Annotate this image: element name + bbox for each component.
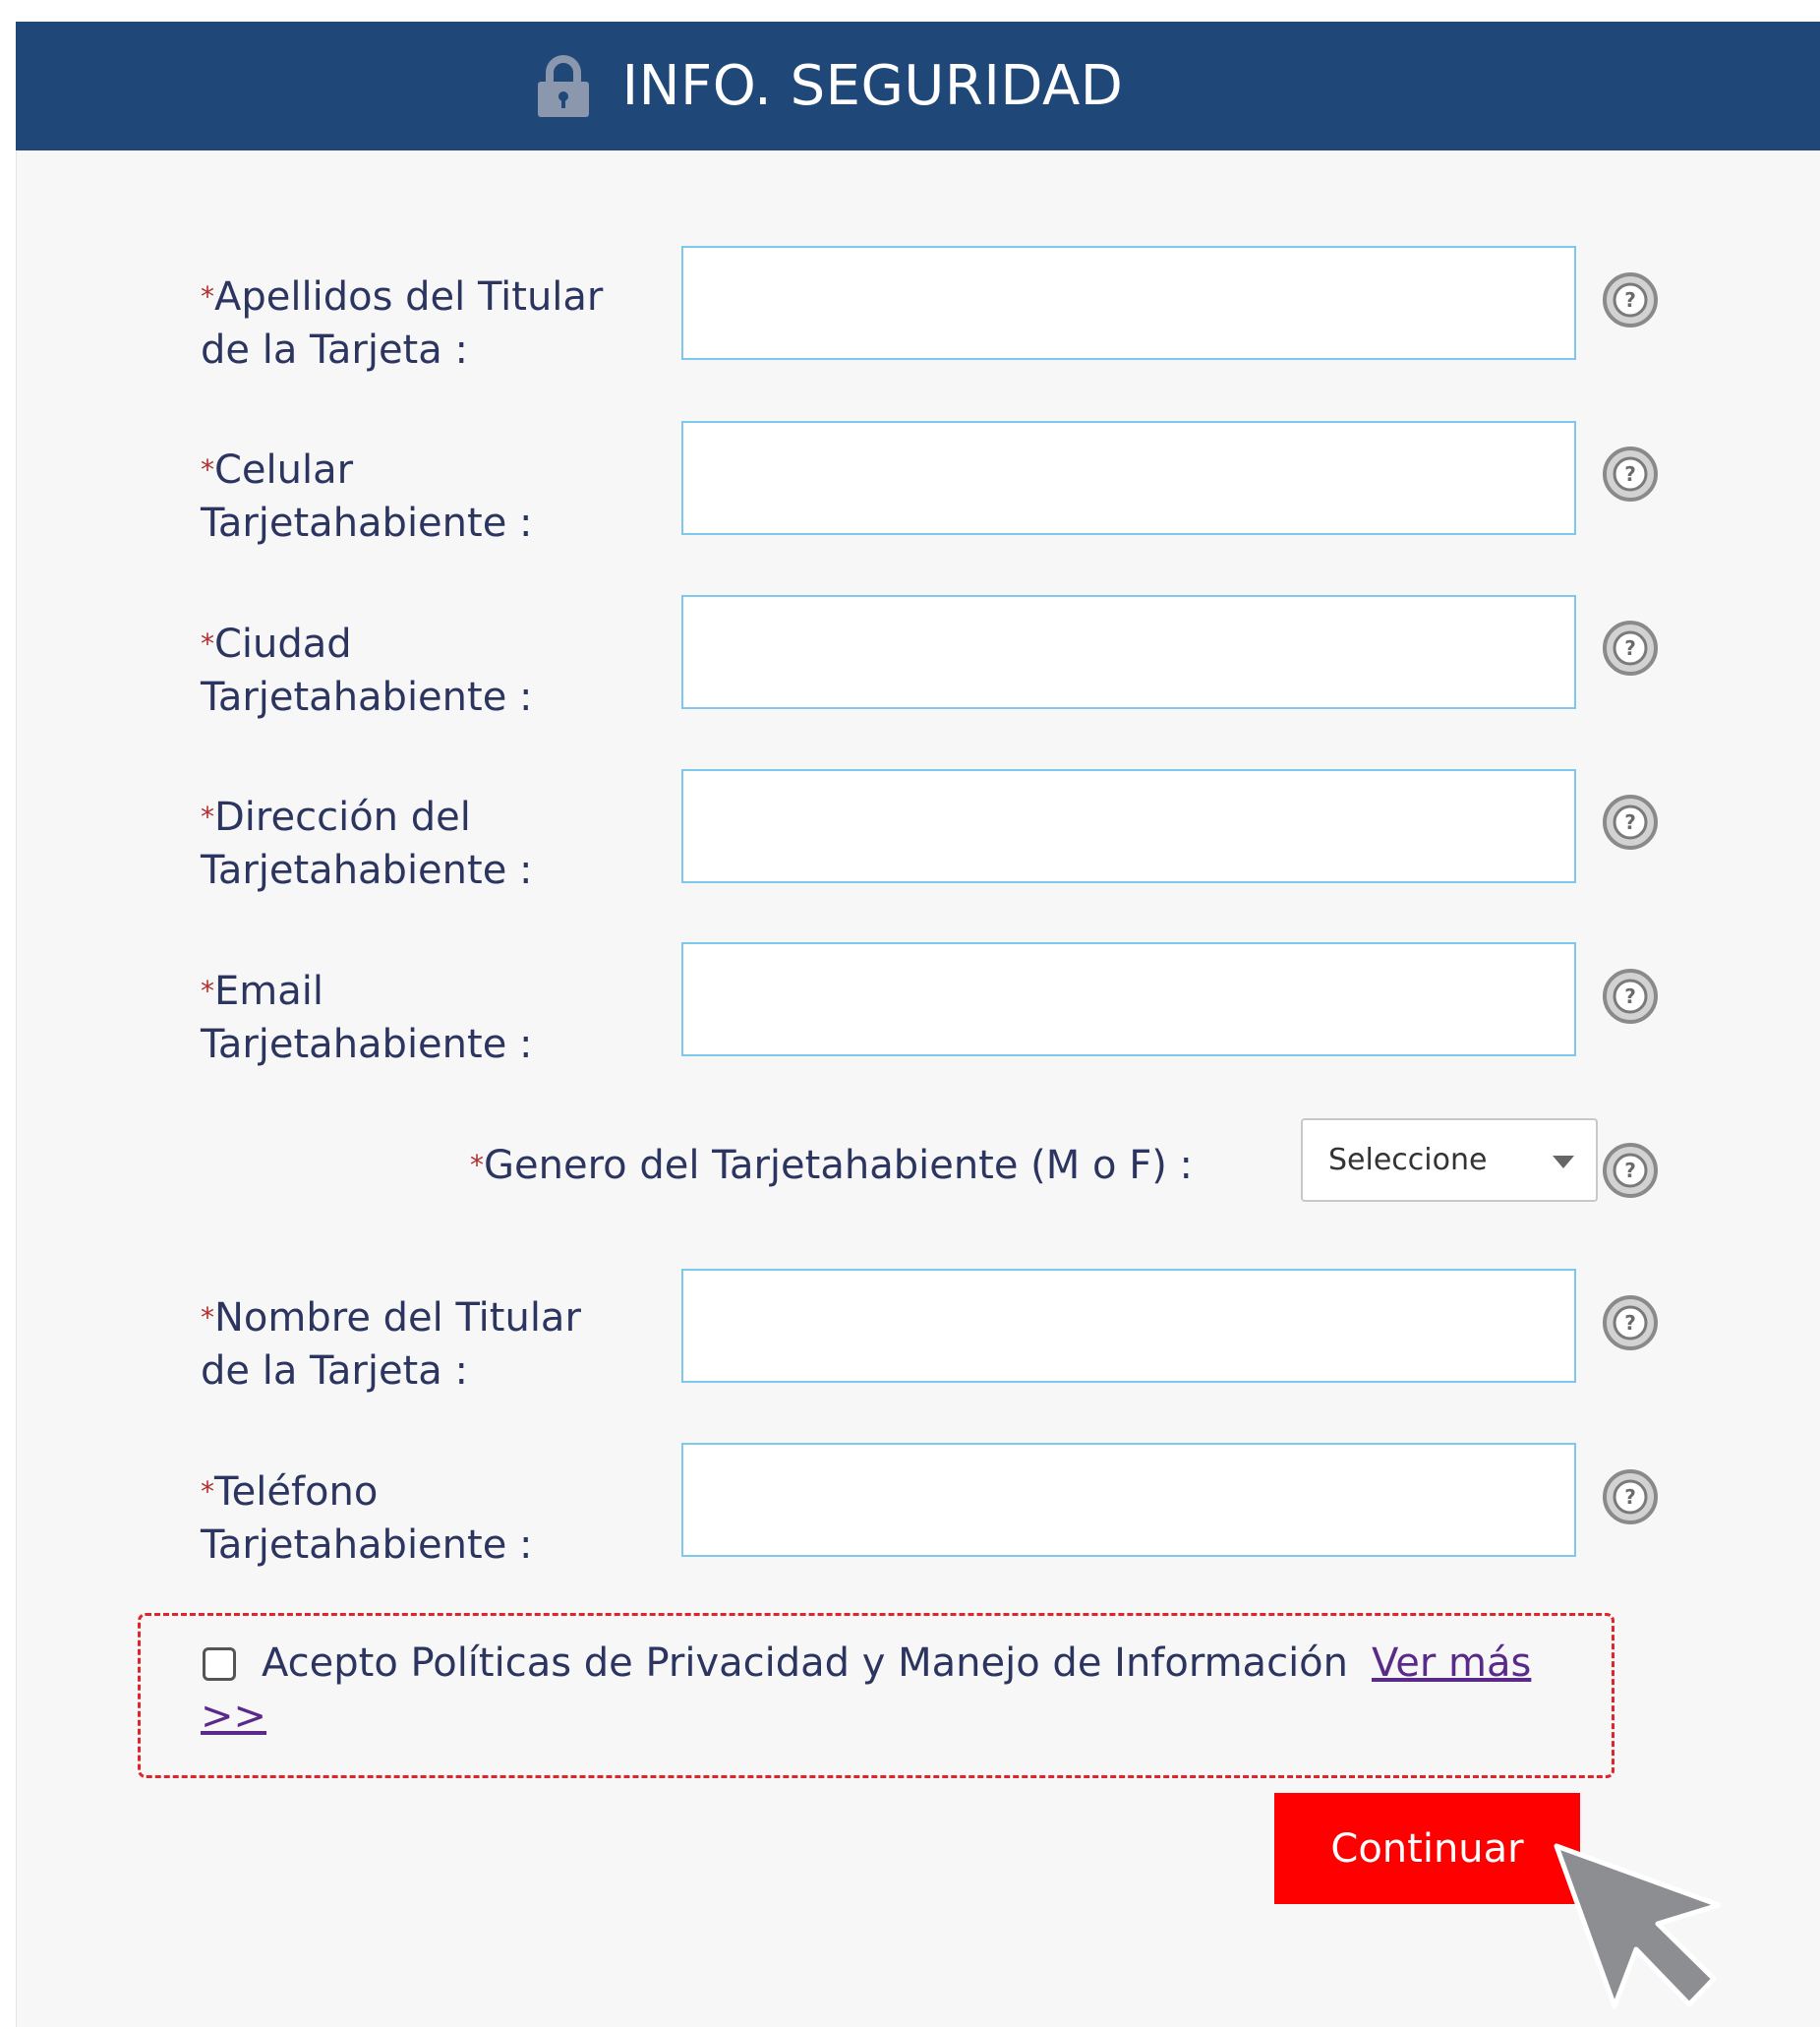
label-line: Nombre del Titular: [214, 1295, 581, 1341]
telefono-input[interactable]: [681, 1443, 1576, 1557]
genero-selected-value: Seleccione: [1328, 1143, 1488, 1177]
consent-label: Acepto Políticas de Privacidad y Manejo …: [262, 1640, 1348, 1686]
label-line: Tarjetahabiente :: [201, 501, 533, 546]
svg-text:?: ?: [1624, 1485, 1636, 1509]
svg-text:?: ?: [1624, 636, 1636, 660]
continue-button[interactable]: Continuar: [1274, 1793, 1580, 1904]
chevron-down-icon: [1553, 1156, 1574, 1168]
label-ciudad: *Ciudad Tarjetahabiente :: [201, 618, 663, 724]
label-line: Dirección del: [214, 795, 471, 840]
email-input[interactable]: [681, 942, 1576, 1056]
required-marker: *: [201, 453, 214, 486]
svg-text:?: ?: [1624, 984, 1636, 1008]
label-line: Tarjetahabiente :: [201, 1022, 533, 1067]
consent-text: Acepto Políticas de Privacidad y Manejo …: [201, 1637, 1577, 1743]
direccion-input[interactable]: [681, 769, 1576, 883]
required-marker: *: [201, 801, 214, 833]
label-line: Teléfono: [214, 1469, 379, 1515]
svg-text:?: ?: [1624, 1159, 1636, 1182]
help-question-icon[interactable]: ?: [1603, 447, 1658, 502]
label-nombre: *Nombre del Titular de la Tarjeta :: [201, 1291, 663, 1398]
help-question-icon[interactable]: ?: [1603, 1143, 1658, 1198]
required-marker: *: [201, 975, 214, 1007]
page-title: INFO. SEGURIDAD: [621, 53, 1124, 118]
mouse-pointer-icon: [1554, 1843, 1722, 2009]
label-line: Tarjetahabiente :: [201, 1522, 533, 1568]
label-telefono: *Teléfono Tarjetahabiente :: [201, 1465, 663, 1572]
help-question-icon[interactable]: ?: [1603, 969, 1658, 1024]
privacy-checkbox[interactable]: [203, 1647, 236, 1681]
required-marker: *: [470, 1149, 484, 1181]
ciudad-input[interactable]: [681, 595, 1576, 709]
label-line: Ciudad: [214, 622, 352, 667]
apellidos-input[interactable]: [681, 246, 1576, 360]
help-question-icon[interactable]: ?: [1603, 795, 1658, 850]
svg-text:?: ?: [1624, 1311, 1636, 1335]
required-marker: *: [201, 627, 214, 660]
page-header: INFO. SEGURIDAD: [16, 22, 1820, 150]
label-line: de la Tarjeta :: [201, 328, 468, 373]
label-celular: *Celular Tarjetahabiente :: [201, 444, 663, 550]
label-direccion: *Dirección del Tarjetahabiente :: [201, 791, 663, 897]
label-email: *Email Tarjetahabiente :: [201, 965, 663, 1071]
help-question-icon[interactable]: ?: [1603, 621, 1658, 676]
label-line: de la Tarjeta :: [201, 1348, 468, 1394]
help-question-icon[interactable]: ?: [1603, 1469, 1658, 1524]
label-line: Celular: [214, 447, 354, 493]
genero-select[interactable]: Seleccione: [1301, 1118, 1598, 1202]
label-apellidos: *Apellidos del Titular de la Tarjeta :: [201, 270, 663, 377]
svg-text:?: ?: [1624, 810, 1636, 834]
required-marker: *: [201, 1475, 214, 1508]
help-question-icon[interactable]: ?: [1603, 1295, 1658, 1350]
svg-text:?: ?: [1624, 462, 1636, 486]
celular-input[interactable]: [681, 421, 1576, 535]
label-line: Apellidos del Titular: [214, 274, 604, 320]
label-line: Tarjetahabiente :: [201, 675, 533, 720]
svg-text:?: ?: [1624, 288, 1636, 312]
label-line: Genero del Tarjetahabiente (M o F) :: [484, 1143, 1193, 1188]
nombre-input[interactable]: [681, 1269, 1576, 1383]
required-marker: *: [201, 1301, 214, 1334]
help-question-icon[interactable]: ?: [1603, 272, 1658, 328]
label-line: Email: [214, 969, 323, 1014]
label-line: Tarjetahabiente :: [201, 848, 533, 893]
lock-icon: [536, 54, 591, 118]
required-marker: *: [201, 280, 214, 313]
label-genero: *Genero del Tarjetahabiente (M o F) :: [470, 1139, 1276, 1192]
